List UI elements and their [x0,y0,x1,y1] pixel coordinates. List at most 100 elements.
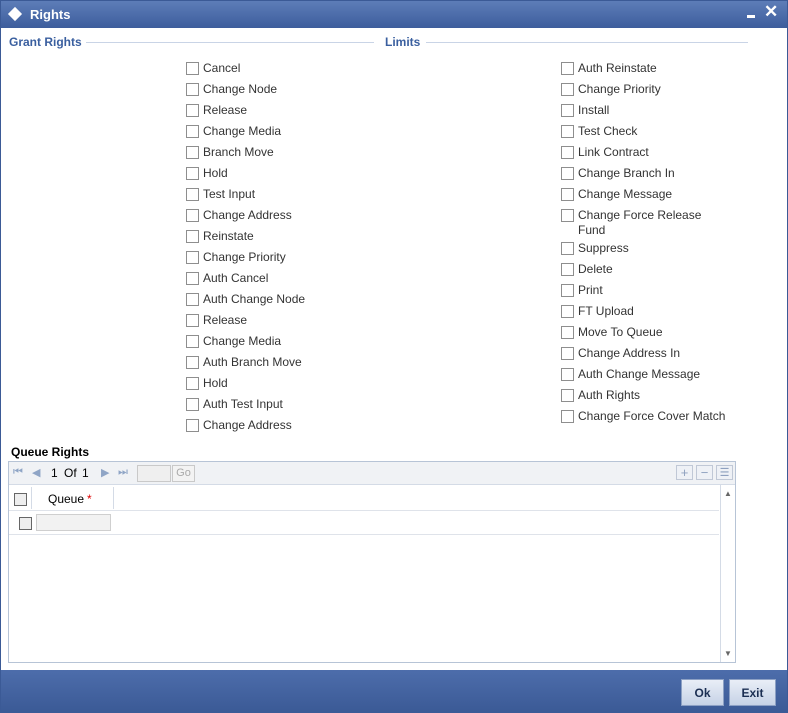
add-row-button[interactable]: + [676,465,693,480]
ok-button[interactable]: Ok [681,679,724,706]
grant-rights-divider [86,42,374,43]
checkbox[interactable] [561,326,574,339]
grant-right-checkbox-item[interactable]: Auth Cancel [186,271,268,286]
limit-checkbox-item[interactable]: Install [561,103,731,118]
checkbox[interactable] [186,230,199,243]
exit-button[interactable]: Exit [729,679,776,706]
grant-right-checkbox-item[interactable]: Auth Branch Move [186,355,302,370]
checkbox[interactable] [561,347,574,360]
grant-right-checkbox-item[interactable]: Release [186,313,247,328]
checkbox[interactable] [561,368,574,381]
checkbox[interactable] [186,293,199,306]
limit-checkbox-item[interactable]: FT Upload [561,304,731,319]
previous-page-icon[interactable]: ◀ [32,466,40,479]
first-page-icon[interactable]: ⏮ [13,466,23,479]
checkbox[interactable] [561,125,574,138]
checkbox[interactable] [561,167,574,180]
limit-checkbox-item[interactable]: Link Contract [561,145,731,160]
limit-checkbox-item[interactable]: Change Priority [561,82,731,97]
limit-checkbox-item[interactable]: Change Message [561,187,731,202]
limit-checkbox-item[interactable]: Change Force Cover Match [561,409,731,424]
limit-checkbox-item[interactable]: Delete [561,262,731,277]
grant-right-checkbox-item[interactable]: Reinstate [186,229,254,244]
row-checkbox[interactable] [19,517,32,530]
checkbox[interactable] [186,188,199,201]
page-number-input[interactable] [137,465,171,482]
select-all-checkbox[interactable] [14,493,27,506]
checkbox[interactable] [186,335,199,348]
checkbox[interactable] [561,305,574,318]
checkbox[interactable] [561,62,574,75]
checkbox[interactable] [186,356,199,369]
limit-checkbox-item[interactable]: Auth Reinstate [561,61,731,76]
grant-right-checkbox-item[interactable]: Change Media [186,334,281,349]
grant-right-checkbox-item[interactable]: Change Node [186,82,277,97]
grant-right-checkbox-item[interactable]: Cancel [186,61,240,76]
grant-right-checkbox-item[interactable]: Branch Move [186,145,274,160]
checkbox[interactable] [186,146,199,159]
checkbox[interactable] [561,284,574,297]
checkbox-label: Change Force Release Fund [578,208,702,237]
queue-input[interactable] [36,514,111,531]
limit-checkbox-item[interactable]: Change Address In [561,346,731,361]
window-title: Rights [30,7,71,22]
checkbox[interactable] [186,167,199,180]
checkbox[interactable] [561,263,574,276]
checkbox[interactable] [561,188,574,201]
checkbox[interactable] [186,62,199,75]
footer-bar: Ok Exit [1,670,787,712]
checkbox[interactable] [561,104,574,117]
checkbox[interactable] [186,209,199,222]
grant-right-checkbox-item[interactable]: Change Media [186,124,281,139]
grant-right-checkbox-item[interactable]: Auth Change Node [186,292,305,307]
limit-checkbox-item[interactable]: Auth Change Message [561,367,731,382]
next-page-icon[interactable]: ▶ [101,466,109,479]
last-page-icon[interactable]: ⏭ [118,466,128,479]
checkbox[interactable] [561,146,574,159]
grant-right-checkbox-item[interactable]: Hold [186,376,228,391]
limit-checkbox-item[interactable]: Move To Queue [561,325,731,340]
grant-right-checkbox-item[interactable]: Release [186,103,247,118]
limit-checkbox-item[interactable]: Suppress [561,241,731,256]
limit-checkbox-item[interactable]: Change Force Release Fund [561,208,731,238]
checkbox[interactable] [186,251,199,264]
checkbox[interactable] [561,410,574,423]
queue-column-header: Queue * [48,492,92,506]
single-view-button[interactable]: ☰ [716,465,733,480]
limit-checkbox-item[interactable]: Auth Rights [561,388,731,403]
checkbox[interactable] [186,272,199,285]
grant-right-checkbox-item[interactable]: Test Input [186,187,255,202]
checkbox[interactable] [561,209,574,222]
checkbox[interactable] [561,83,574,96]
grid-header-row: Queue * [9,487,719,511]
checkbox[interactable] [186,377,199,390]
grant-right-checkbox-item[interactable]: Hold [186,166,228,181]
grant-right-checkbox-item[interactable]: Auth Test Input [186,397,283,412]
checkbox[interactable] [186,104,199,117]
scroll-down-icon[interactable]: ▼ [724,649,732,658]
limit-checkbox-item[interactable]: Test Check [561,124,731,139]
checkbox[interactable] [561,242,574,255]
checkbox[interactable] [186,314,199,327]
grant-right-checkbox-item[interactable]: Change Address [186,208,292,223]
checkbox[interactable] [186,419,199,432]
checkbox-label: Reinstate [203,229,254,243]
go-button[interactable]: Go [172,465,195,482]
checkbox-label: Release [203,313,248,327]
checkbox[interactable] [561,389,574,402]
checkbox-label: Change Priority [578,82,661,96]
close-icon[interactable]: ✕ [764,3,778,21]
delete-row-button[interactable]: − [696,465,713,480]
minimize-icon[interactable] [745,5,759,21]
checkbox[interactable] [186,83,199,96]
limit-checkbox-item[interactable]: Print [561,283,731,298]
checkbox-label: Change Priority [203,250,286,264]
grant-right-checkbox-item[interactable]: Change Address [186,418,292,433]
grant-right-checkbox-item[interactable]: Change Priority [186,250,286,265]
checkbox-label: Move To Queue [578,325,663,339]
scroll-up-icon[interactable]: ▲ [724,489,732,498]
checkbox[interactable] [186,125,199,138]
limit-checkbox-item[interactable]: Change Branch In [561,166,731,181]
checkbox[interactable] [186,398,199,411]
vertical-scrollbar[interactable]: ▲ ▼ [720,485,735,662]
